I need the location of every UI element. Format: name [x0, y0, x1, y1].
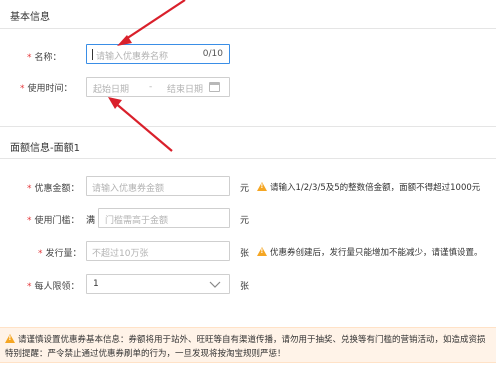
name-label-text: 名称： [34, 53, 62, 63]
threshold-placeholder: 门槛需高于金额 [105, 216, 169, 226]
limit-selected-value: 1 [93, 279, 99, 289]
quantity-label: * 发行量： [38, 246, 82, 259]
name-placeholder: 请输入优惠券名称 [96, 52, 169, 62]
threshold-input[interactable]: 门槛需高于金额 [98, 208, 230, 228]
threshold-label-text: 使用门槛： [34, 216, 80, 226]
amount-label-text: 优惠金额： [34, 184, 80, 194]
required-mark: * [27, 282, 32, 292]
threshold-label: * 使用门槛： [27, 213, 80, 226]
notice-line-1: 请谨慎设置优惠券基本信息：券额将用于站外、旺旺等自有渠道传播，请勿用于抽奖、兑换… [18, 335, 486, 345]
annotation-arrow-bottom [108, 97, 173, 152]
time-label: * 使用时间： [20, 81, 73, 94]
end-date-placeholder[interactable]: 结束日期 [167, 82, 203, 95]
time-label-text: 使用时间： [27, 84, 73, 94]
denomination-top-divider [0, 126, 496, 127]
amount-hint: 请输入1/2/3/5及5的整数倍金额，面额不得超过1000元 [257, 181, 480, 193]
required-mark: * [27, 53, 32, 63]
notice-banner: 请谨慎设置优惠券基本信息：券额将用于站外、旺旺等自有渠道传播，请勿用于抽奖、兑换… [0, 327, 496, 363]
required-mark: * [27, 216, 32, 226]
limit-label-text: 每人限领： [34, 282, 80, 292]
calendar-icon[interactable] [209, 82, 220, 92]
date-range-picker[interactable]: 起始日期 - 结束日期 [86, 77, 230, 97]
basic-info-title: 基本信息 [10, 12, 50, 23]
warning-icon [257, 182, 267, 191]
warning-icon [5, 334, 15, 343]
text-cursor [92, 49, 93, 60]
limit-label: * 每人限领： [27, 279, 80, 292]
denomination-divider [0, 158, 496, 159]
warning-icon [257, 247, 267, 256]
basic-info-divider [0, 28, 496, 29]
annotation-arrow-top [117, 0, 186, 46]
chevron-down-icon [209, 281, 221, 288]
amount-unit: 元 [240, 184, 250, 194]
quantity-hint-text: 优惠券创建后，发行量只能增加不能减少，请谨慎设置。 [270, 248, 483, 258]
name-char-counter: 0/10 [202, 49, 223, 59]
limit-unit: 张 [240, 282, 250, 292]
threshold-prefix: 满 [86, 216, 96, 226]
name-label: * 名称： [27, 50, 62, 63]
amount-hint-text: 请输入1/2/3/5及5的整数倍金额，面额不得超过1000元 [270, 183, 481, 193]
per-user-limit-select[interactable]: 1 [86, 274, 230, 294]
start-date-placeholder[interactable]: 起始日期 [93, 82, 129, 95]
quantity-input[interactable]: 不超过10万张 [86, 241, 230, 261]
amount-label: * 优惠金额： [27, 181, 80, 194]
required-mark: * [27, 184, 32, 194]
notice-line-2: 特别提醒：严令禁止通过优惠券刷单的行为，一旦发现将按淘宝规则严惩！ [5, 349, 286, 359]
amount-placeholder: 请输入优惠券金额 [92, 184, 165, 194]
quantity-label-text: 发行量： [45, 249, 82, 259]
threshold-unit: 元 [240, 216, 250, 226]
required-mark: * [38, 249, 43, 259]
date-separator: - [149, 82, 153, 92]
required-mark: * [20, 84, 25, 94]
quantity-placeholder: 不超过10万张 [92, 249, 149, 259]
quantity-unit: 张 [240, 249, 250, 259]
coupon-amount-input[interactable]: 请输入优惠券金额 [86, 176, 230, 196]
denomination-title: 面额信息-面额1 [10, 143, 80, 154]
quantity-hint: 优惠券创建后，发行量只能增加不能减少，请谨慎设置。 [257, 246, 483, 258]
